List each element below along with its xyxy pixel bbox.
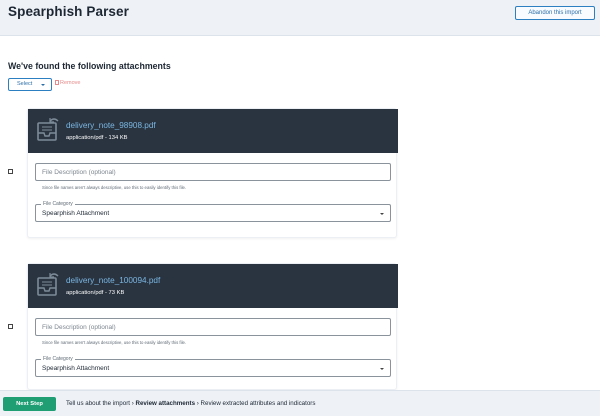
- attachment-checkbox[interactable]: [8, 169, 13, 174]
- attachments-heading: We've found the following attachments: [8, 61, 171, 71]
- file-category-value: Spearphish Attachment: [42, 365, 110, 372]
- file-category-select[interactable]: File Category Spearphish Attachment: [35, 201, 391, 222]
- wizard-steps: Tell us about the import › Review attach…: [66, 400, 315, 407]
- remove-label: Remove: [60, 80, 81, 86]
- attachment-checkbox[interactable]: [8, 324, 13, 329]
- step-separator: ›: [196, 400, 199, 407]
- step-review-indicators: Review extracted attributes and indicato…: [200, 400, 316, 407]
- step-tell-us: Tell us about the import: [66, 400, 130, 407]
- file-meta: application/pdf - 73 KB: [66, 290, 125, 296]
- file-category-label: File Category: [41, 201, 75, 207]
- attachment-card-header: delivery_note_100094.pdf application/pdf…: [28, 264, 398, 308]
- file-description-input[interactable]: [35, 318, 391, 336]
- select-dropdown[interactable]: Select: [8, 78, 52, 91]
- description-helper-text: Since file names aren't always descripti…: [42, 340, 187, 345]
- step-separator: ›: [131, 400, 134, 407]
- abandon-import-button[interactable]: Abandon this import: [515, 6, 595, 20]
- file-description-input[interactable]: [35, 163, 391, 181]
- step-review-attachments: Review attachments: [135, 400, 196, 407]
- inbox-file-icon: [37, 118, 59, 141]
- chevron-down-icon: [380, 368, 384, 370]
- next-step-button[interactable]: Next Step: [3, 397, 56, 411]
- app-header: Spearphish Parser Abandon this import: [0, 0, 600, 36]
- file-meta: application/pdf - 134 KB: [66, 135, 128, 141]
- file-name[interactable]: delivery_note_98908.pdf: [66, 121, 156, 130]
- attachment-card: delivery_note_98908.pdf application/pdf …: [27, 108, 398, 238]
- trash-icon: [55, 80, 59, 85]
- file-category-select[interactable]: File Category Spearphish Attachment: [35, 356, 391, 377]
- attachment-card-header: delivery_note_98908.pdf application/pdf …: [28, 109, 398, 153]
- file-category-value: Spearphish Attachment: [42, 210, 110, 217]
- remove-button[interactable]: Remove: [55, 80, 80, 86]
- attachment-card: delivery_note_100094.pdf application/pdf…: [27, 263, 398, 390]
- select-label: Select: [17, 81, 33, 87]
- description-helper-text: Since file names aren't always descripti…: [42, 185, 187, 190]
- chevron-down-icon: [380, 213, 384, 215]
- file-name[interactable]: delivery_note_100094.pdf: [66, 276, 160, 285]
- app-title: Spearphish Parser: [8, 4, 130, 19]
- wizard-footer: Next Step Tell us about the import › Rev…: [0, 390, 600, 416]
- file-category-label: File Category: [41, 356, 75, 362]
- chevron-down-icon: [41, 84, 45, 86]
- inbox-file-icon: [37, 273, 59, 296]
